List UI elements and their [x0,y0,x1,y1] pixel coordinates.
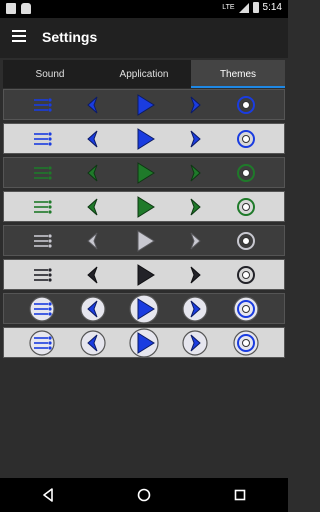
next-icon [180,226,210,256]
page-title: Settings [42,29,98,45]
signal-icon [238,2,249,13]
previous-icon [78,158,108,188]
next-icon [180,158,210,188]
list-icon [27,260,57,290]
previous-icon [78,328,108,358]
next-icon [180,90,210,120]
previous-icon [78,90,108,120]
repeat-icon [231,192,261,222]
play-icon [129,124,159,154]
themes-list [3,89,285,361]
android-icon [21,3,31,14]
theme-row-blue-dark[interactable] [3,89,285,120]
tab-themes[interactable]: Themes [191,60,285,88]
repeat-icon [231,124,261,154]
previous-icon [78,260,108,290]
repeat-icon [231,294,261,324]
theme-row-black-light[interactable] [3,259,285,290]
theme-row-bubble-light[interactable] [3,327,285,358]
next-icon [180,124,210,154]
play-icon [129,90,159,120]
repeat-icon [231,158,261,188]
next-icon [180,328,210,358]
repeat-icon [231,260,261,290]
back-icon [43,488,53,502]
list-icon [27,226,57,256]
repeat-icon [231,226,261,256]
list-icon [27,158,57,188]
theme-row-green-light[interactable] [3,191,285,222]
previous-icon [78,192,108,222]
theme-row-bubble-dark[interactable] [3,293,285,324]
next-icon [180,260,210,290]
play-icon [129,260,159,290]
app-bar: Settings [0,18,288,58]
recents-button[interactable] [220,478,260,512]
theme-row-green-dark[interactable] [3,157,285,188]
repeat-icon [231,90,261,120]
list-icon [27,192,57,222]
battery-icon [252,2,259,13]
home-icon [137,488,151,502]
clock: 5:14 [262,2,282,13]
theme-row-blue-light[interactable] [3,123,285,154]
play-icon [129,226,159,256]
recents-icon [234,489,246,501]
next-icon [180,192,210,222]
play-icon [129,192,159,222]
menu-icon[interactable] [12,30,26,42]
tab-bar: Sound Application Themes [3,60,285,88]
previous-icon [78,294,108,324]
repeat-icon [231,328,261,358]
status-bar: LTE 5:14 [0,0,288,18]
list-icon [27,90,57,120]
play-icon [129,158,159,188]
home-button[interactable] [124,478,164,512]
network-label: LTE [222,4,235,11]
previous-icon [78,226,108,256]
next-icon [180,294,210,324]
list-icon [27,294,57,324]
play-icon [129,327,159,358]
tab-application[interactable]: Application [97,60,191,88]
list-icon [27,328,57,358]
back-button[interactable] [28,478,68,512]
list-icon [27,124,57,154]
previous-icon [78,124,108,154]
navigation-bar [0,478,288,512]
play-icon [129,293,159,324]
theme-row-silver-dark[interactable] [3,225,285,256]
tab-sound[interactable]: Sound [3,60,97,88]
sd-card-icon [6,3,16,14]
